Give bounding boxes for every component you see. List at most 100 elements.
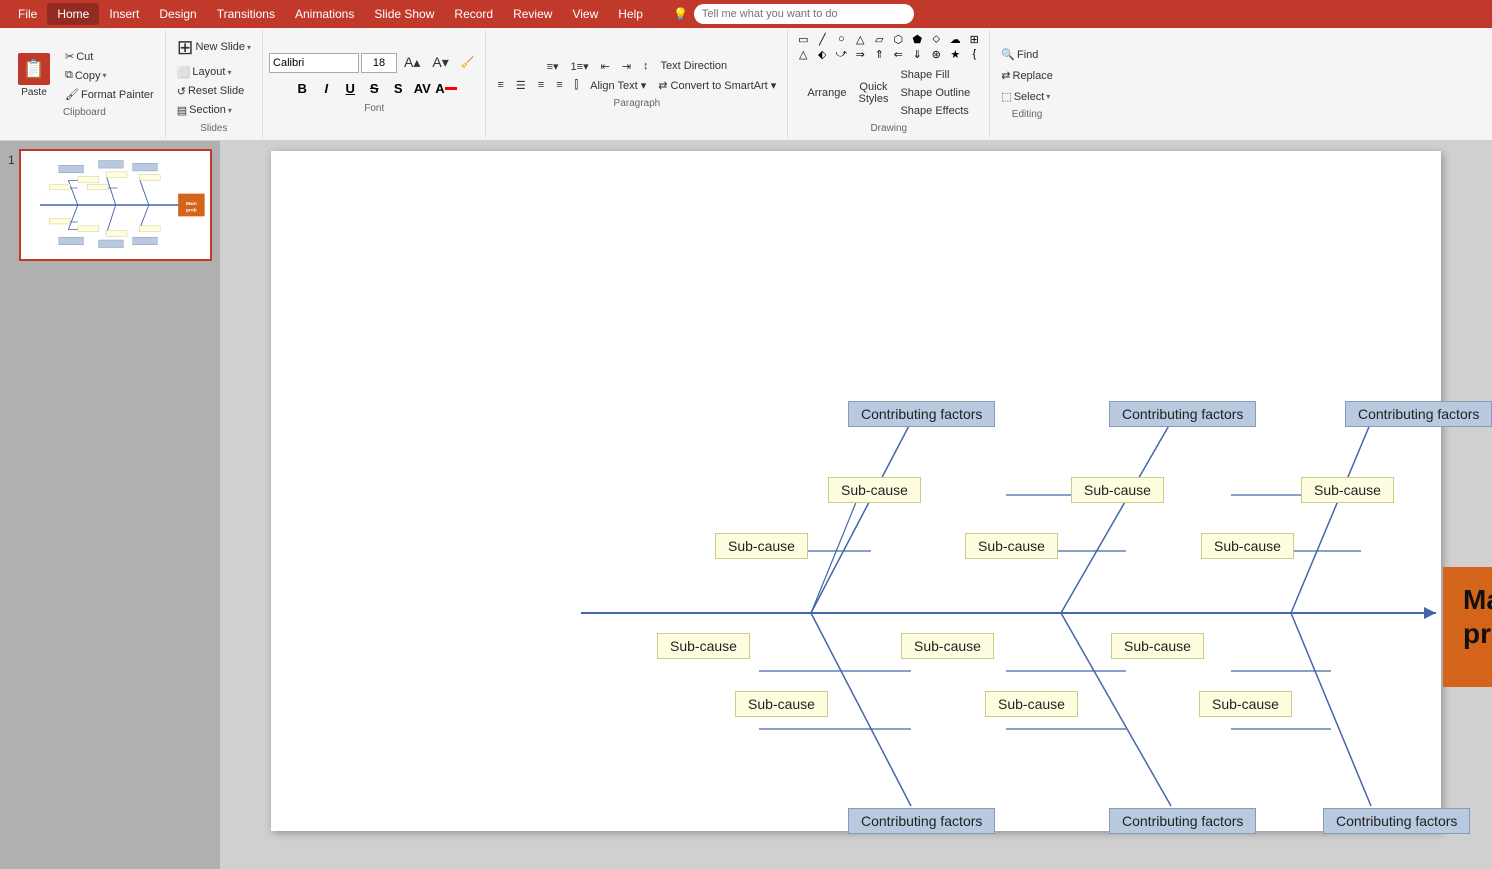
decrease-font-button[interactable]: A▾ [427,52,453,73]
shape-b9[interactable]: { [965,47,983,61]
shape-circle[interactable]: ○ [832,32,850,46]
menu-transitions[interactable]: Transitions [207,3,285,25]
cf-top-3[interactable]: Contributing factors [1345,401,1492,427]
search-input[interactable] [694,4,914,24]
cf-top-2[interactable]: Contributing factors [1109,401,1256,427]
increase-indent-button[interactable]: ⇥ [617,58,636,75]
new-slide-button[interactable]: ⊞ New Slide ▾ [172,33,256,62]
bold-button[interactable]: B [291,77,313,99]
menu-help[interactable]: Help [608,3,653,25]
shape-outline-button[interactable]: Shape Outline [895,85,975,101]
convert-smartart-button[interactable]: ⇄ Convert to SmartArt ▾ [653,77,781,94]
decrease-indent-button[interactable]: ⇤ [596,58,615,75]
justify-button[interactable]: ≡ [551,77,567,93]
clear-format-button[interactable]: 🧹 [456,54,480,71]
copy-button[interactable]: ⧉ Copy ▾ [60,67,159,84]
sc-bot-1-1[interactable]: Sub-cause [657,633,750,659]
canvas-area[interactable]: Contributing factors Contributing factor… [220,141,1492,869]
format-painter-button[interactable]: 🖌 Format Painter [60,86,159,103]
align-center-button[interactable]: ☰ [511,77,531,94]
shape-effects-button[interactable]: Shape Effects [895,103,975,119]
align-left-button[interactable]: ≡ [492,77,508,93]
sc-top-3-2[interactable]: Sub-cause [1201,533,1294,559]
sc-top-1-1[interactable]: Sub-cause [828,477,921,503]
shape-line[interactable]: ╱ [813,32,831,46]
shape-b3[interactable]: ⇒ [851,47,869,61]
replace-button[interactable]: ⇄ Replace [996,67,1058,84]
slide-canvas: Contributing factors Contributing factor… [271,151,1441,831]
menu-file[interactable]: File [8,3,47,25]
arrange-button[interactable]: Arrange [802,85,851,101]
cf-top-1[interactable]: Contributing factors [848,401,995,427]
col-button[interactable]: ⫿ [570,77,584,94]
quick-styles-button[interactable]: QuickStyles [854,79,894,107]
shape-r5[interactable]: ☁ [946,32,964,46]
align-text-button[interactable]: Align Text ▾ [585,77,651,94]
strikethrough-button[interactable]: S [363,77,385,99]
increase-font-button[interactable]: A▴ [399,52,425,73]
editing-label: Editing [1012,109,1043,122]
drawing-group: ▭ ╱ ○ △ ▱ ⬡ ⬟ ⬦ ☁ ⊞ △ ⬖ ⤻ ⇒ ⇑ ⇐ ⇓ ⊛ ★ { [788,30,990,138]
shape-b4[interactable]: ⇑ [870,47,888,61]
shape-b5[interactable]: ⇐ [889,47,907,61]
menu-slideshow[interactable]: Slide Show [364,3,444,25]
italic-button[interactable]: I [315,77,337,99]
slide-panel: 1 [0,141,220,869]
find-button[interactable]: 🔍 Find [996,46,1058,63]
shape-b2[interactable]: ⤻ [832,47,850,61]
paste-button[interactable]: 📋 Paste [10,51,58,100]
cut-button[interactable]: ✂ Cut [60,48,159,65]
sc-top-2-2[interactable]: Sub-cause [965,533,1058,559]
bullets-button[interactable]: ≡▾ [542,58,564,75]
numbering-button[interactable]: 1≡▾ [566,58,594,75]
section-button[interactable]: ▤ Section ▾ [172,102,237,119]
menu-review[interactable]: Review [503,3,562,25]
cf-bot-1[interactable]: Contributing factors [848,808,995,834]
char-spacing-button[interactable]: AV [411,77,433,99]
shape-rect[interactable]: ▭ [794,32,812,46]
shape-r1[interactable]: ▱ [870,32,888,46]
line-spacing-button[interactable]: ↕ [638,58,654,74]
shape-r3[interactable]: ⬟ [908,32,926,46]
sc-bot-1-2[interactable]: Sub-cause [735,691,828,717]
sc-bot-2-1[interactable]: Sub-cause [901,633,994,659]
shape-r2[interactable]: ⬡ [889,32,907,46]
editing-group: 🔍 Find ⇄ Replace ⬚ Select ▾ Editing [990,30,1064,138]
cf-bot-3[interactable]: Contributing factors [1323,808,1470,834]
sc-top-1-2[interactable]: Sub-cause [715,533,808,559]
shape-b8[interactable]: ★ [946,47,964,61]
shape-b1[interactable]: ⬖ [813,47,831,61]
menu-home[interactable]: Home [47,3,99,25]
slides-group: ⊞ New Slide ▾ ⬜ Layout ▾ ↺ Reset Slide ▤… [166,30,263,138]
shape-b6[interactable]: ⇓ [908,47,926,61]
font-name-input[interactable] [269,53,359,73]
shape-b7[interactable]: ⊛ [927,47,945,61]
align-right-button[interactable]: ≡ [533,77,549,93]
menu-record[interactable]: Record [444,3,503,25]
slide-thumbnail[interactable]: Main prob [19,149,212,261]
reset-slide-button[interactable]: ↺ Reset Slide [172,83,249,100]
underline-button[interactable]: U [339,77,361,99]
cf-bot-2[interactable]: Contributing factors [1109,808,1256,834]
font-size-input[interactable] [361,53,397,73]
text-direction-button[interactable]: Text Direction [656,58,733,74]
shape-tri[interactable]: △ [851,32,869,46]
menu-animations[interactable]: Animations [285,3,364,25]
sc-bot-3-1[interactable]: Sub-cause [1111,633,1204,659]
text-shadow-button[interactable]: S [387,77,409,99]
menu-design[interactable]: Design [149,3,206,25]
shape-arrow[interactable]: △ [794,47,812,61]
font-color-button[interactable]: A [435,77,457,99]
shape-r4[interactable]: ⬦ [927,32,945,46]
sc-bot-3-2[interactable]: Sub-cause [1199,691,1292,717]
sc-top-3-1[interactable]: Sub-cause [1301,477,1394,503]
layout-button[interactable]: ⬜ Layout ▾ [172,64,237,81]
sc-top-2-1[interactable]: Sub-cause [1071,477,1164,503]
menu-insert[interactable]: Insert [99,3,149,25]
select-button[interactable]: ⬚ Select ▾ [996,88,1058,105]
shape-more[interactable]: ⊞ [965,32,983,46]
main-problem[interactable]: Main problem [1443,567,1492,687]
sc-bot-2-2[interactable]: Sub-cause [985,691,1078,717]
shape-fill-button[interactable]: Shape Fill [895,67,975,83]
menu-view[interactable]: View [562,3,608,25]
